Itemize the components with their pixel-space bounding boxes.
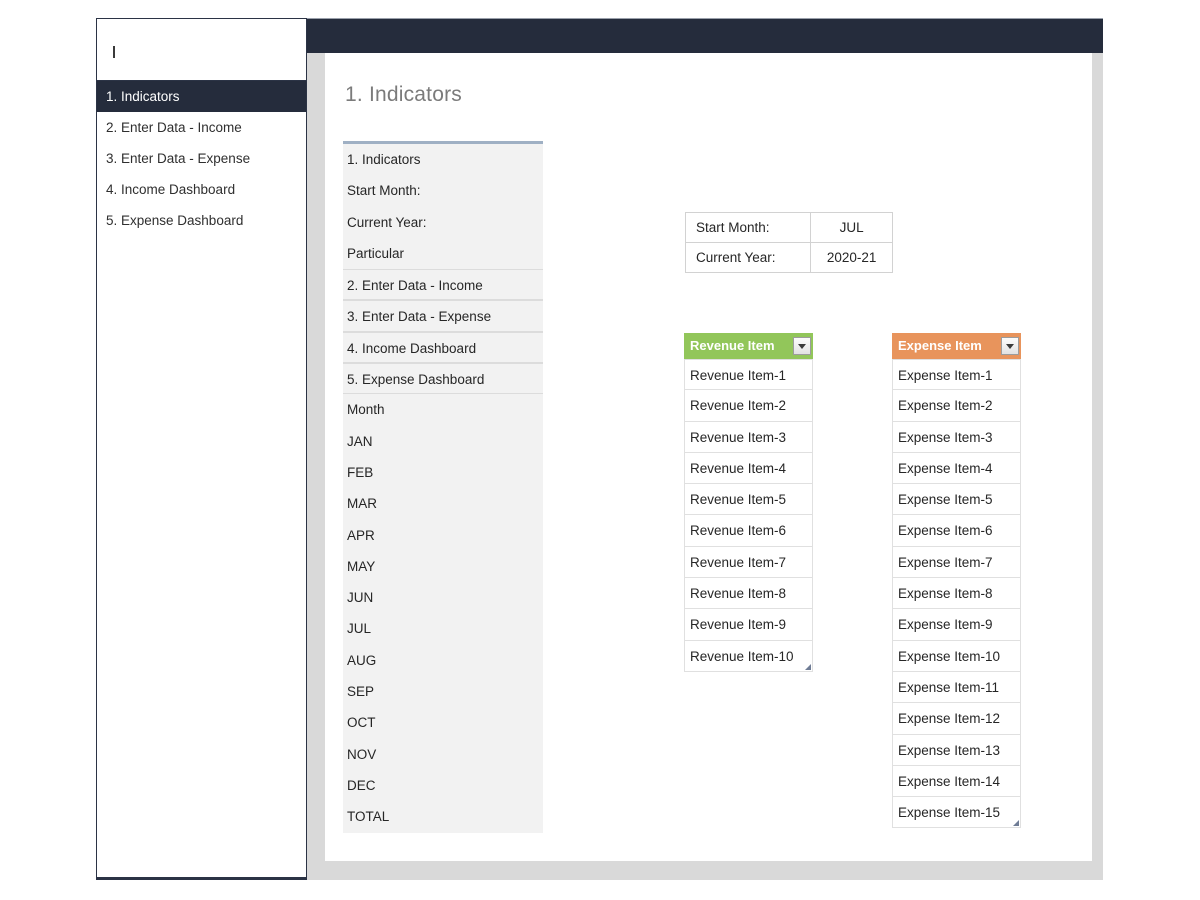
revenue-item-table: Revenue Item Revenue Item-1 Revenue Item-…	[684, 333, 813, 672]
resize-handle-icon[interactable]	[1013, 820, 1019, 827]
indicator-row[interactable]: JUL	[343, 613, 543, 644]
expense-item-cell[interactable]: Expense Item-7	[892, 546, 1021, 579]
expense-item-cell[interactable]: Expense Item-14	[892, 765, 1021, 798]
expense-item-cell[interactable]: Expense Item-10	[892, 640, 1021, 672]
indicator-row[interactable]: 4. Income Dashboard	[343, 331, 543, 364]
expense-item-cell[interactable]: Expense Item-11	[892, 671, 1021, 704]
revenue-item-cells: Revenue Item-1 Revenue Item-2 Revenue Item…	[684, 359, 813, 672]
indicator-row[interactable]: 3. Enter Data - Expense	[343, 300, 543, 332]
indicator-row[interactable]: 1. Indicators	[343, 144, 543, 175]
revenue-item-header-label: Revenue Item	[690, 338, 775, 353]
expense-item-cell[interactable]: Expense Item-1	[892, 359, 1021, 391]
indicator-row[interactable]: Current Year:	[343, 207, 543, 238]
navigation-header	[97, 19, 306, 81]
indicator-row[interactable]: TOTAL	[343, 801, 543, 832]
sidebar-item-2[interactable]: 2. Enter Data - Income	[97, 112, 306, 143]
revenue-item-cell[interactable]: Revenue Item-9	[684, 609, 813, 641]
text-cursor-icon	[113, 46, 115, 58]
indicator-row[interactable]: SEP	[343, 676, 543, 707]
settings-label: Current Year:	[684, 242, 812, 273]
expense-item-cell[interactable]: Expense Item-6	[892, 515, 1021, 547]
window-titlebar	[307, 19, 1103, 53]
revenue-item-cell[interactable]: Revenue Item-8	[684, 578, 813, 610]
filter-dropdown-icon[interactable]	[1001, 337, 1019, 355]
filter-dropdown-icon[interactable]	[793, 337, 811, 355]
indicator-row[interactable]: Start Month:	[343, 175, 543, 206]
sidebar-item-4[interactable]: 4. Income Dashboard	[97, 174, 306, 205]
page-title: 1. Indicators	[345, 83, 462, 106]
indicator-list: 1. Indicators Start Month: Current Year: Pa…	[343, 141, 543, 833]
indicator-row[interactable]: JUN	[343, 582, 543, 613]
expense-item-cell[interactable]: Expense Item-8	[892, 578, 1021, 610]
revenue-item-cell[interactable]: Revenue Item-7	[684, 546, 813, 579]
indicator-row[interactable]: DEC	[343, 770, 543, 801]
indicator-row[interactable]: APR	[343, 520, 543, 551]
indicator-row[interactable]: Particular	[343, 238, 543, 269]
settings-row: Start Month: JUL	[684, 212, 893, 243]
sidebar-item-3[interactable]: 3. Enter Data - Expense	[97, 143, 306, 174]
expense-item-cell[interactable]: Expense Item-5	[892, 484, 1021, 516]
navigation-item-list: 1. Indicators 2. Enter Data - Income 3. En…	[97, 81, 306, 236]
settings-label: Start Month:	[684, 212, 812, 243]
sidebar-item-5[interactable]: 5. Expense Dashboard	[97, 205, 306, 236]
expense-item-cell[interactable]: Expense Item-13	[892, 734, 1021, 766]
app-window: 1. Indicators 2. Enter Data - Income 3. En…	[0, 0, 1200, 900]
indicator-row[interactable]: NOV	[343, 739, 543, 770]
expense-item-header-label: Expense Item	[898, 338, 982, 353]
indicator-row[interactable]: MAR	[343, 488, 543, 519]
indicator-row[interactable]: AUG	[343, 645, 543, 676]
expense-item-cell[interactable]: Expense Item-9	[892, 609, 1021, 641]
revenue-item-cell[interactable]: Revenue Item-6	[684, 515, 813, 547]
indicator-row[interactable]: 5. Expense Dashboard	[343, 363, 543, 395]
settings-value[interactable]: 2020-21	[810, 242, 893, 273]
indicator-row[interactable]: JAN	[343, 426, 543, 457]
revenue-item-cell[interactable]: Revenue Item-1	[684, 359, 813, 391]
expense-item-cell[interactable]: Expense Item-12	[892, 703, 1021, 735]
expense-item-cell[interactable]: Expense Item-2	[892, 390, 1021, 422]
settings-row: Current Year: 2020-21	[684, 242, 893, 273]
revenue-item-cell[interactable]: Revenue Item-2	[684, 390, 813, 422]
indicator-row[interactable]: MAY	[343, 551, 543, 582]
expense-item-cells: Expense Item-1 Expense Item-2 Expense Item…	[892, 359, 1021, 829]
sidebar-item-1[interactable]: 1. Indicators	[97, 81, 306, 112]
expense-item-cell[interactable]: Expense Item-3	[892, 421, 1021, 453]
revenue-item-cell[interactable]: Revenue Item-5	[684, 484, 813, 516]
expense-item-cell[interactable]: Expense Item-15	[892, 797, 1021, 829]
revenue-item-header: Revenue Item	[684, 333, 813, 359]
settings-value[interactable]: JUL	[810, 212, 893, 243]
expense-item-header: Expense Item	[892, 333, 1021, 359]
revenue-item-cell[interactable]: Revenue Item-4	[684, 452, 813, 485]
indicator-row[interactable]: FEB	[343, 457, 543, 488]
indicator-row[interactable]: OCT	[343, 707, 543, 738]
resize-handle-icon[interactable]	[805, 663, 811, 670]
revenue-item-cell[interactable]: Revenue Item-10	[684, 640, 813, 672]
indicator-row[interactable]: Month	[343, 394, 543, 425]
expense-item-table: Expense Item Expense Item-1 Expense Item-…	[892, 333, 1021, 829]
revenue-item-cell[interactable]: Revenue Item-3	[684, 421, 813, 453]
settings-table: Start Month: JUL Current Year: 2020-21	[684, 212, 893, 273]
expense-item-cell[interactable]: Expense Item-4	[892, 452, 1021, 485]
indicator-row[interactable]: 2. Enter Data - Income	[343, 269, 543, 301]
navigation-panel: 1. Indicators 2. Enter Data - Income 3. En…	[96, 18, 307, 880]
content-page: 1. Indicators 1. Indicators Start Month: C…	[325, 53, 1092, 861]
